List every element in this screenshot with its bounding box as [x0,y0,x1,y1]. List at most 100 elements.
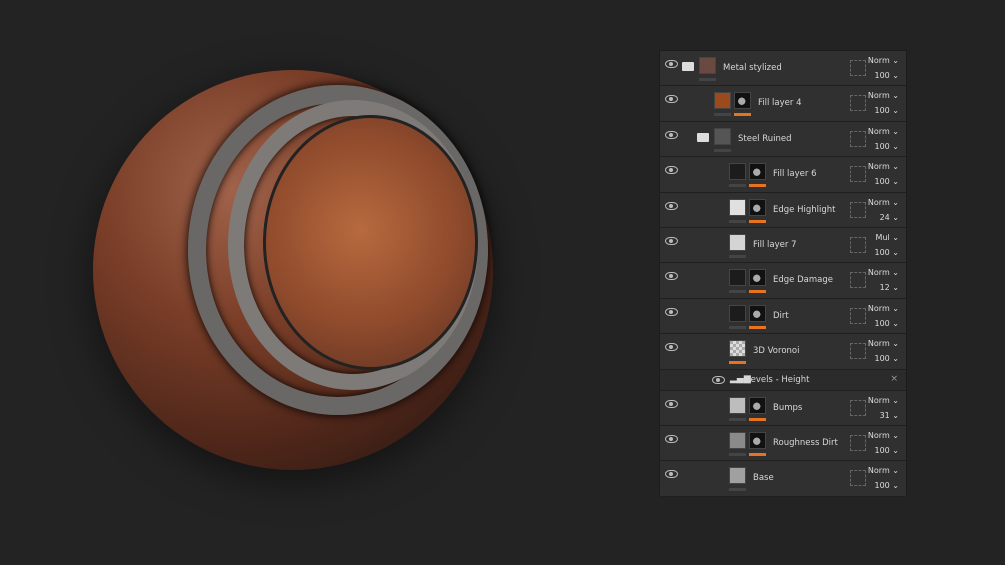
blend-mode-dropdown[interactable]: Norm ⌄ [868,466,899,475]
layer-thumbnail [729,396,746,414]
opacity-dropdown[interactable]: 12 ⌄ [880,283,899,292]
opacity-dropdown[interactable]: 100 ⌄ [874,248,899,257]
channel-selector[interactable] [850,399,866,416]
channel-selector[interactable] [850,201,866,218]
center-cap [263,115,478,370]
blend-mode-dropdown[interactable]: Norm ⌄ [868,268,899,277]
visibility-eye-icon[interactable] [665,399,678,408]
layer-row[interactable]: Fill layer 6 Norm ⌄ 100 ⌄ [660,157,906,193]
blend-mode-dropdown[interactable]: Norm ⌄ [868,198,899,207]
channel-selector[interactable] [850,130,866,147]
opacity-dropdown[interactable]: 31 ⌄ [880,411,899,420]
layer-thumbnail [714,92,731,110]
blend-mode-dropdown[interactable]: Norm ⌄ [868,431,899,440]
layer-bar [729,488,746,492]
opacity-dropdown[interactable]: 100 ⌄ [874,446,899,455]
visibility-eye-icon[interactable] [665,201,678,210]
blend-mode-dropdown[interactable]: Norm ⌄ [868,127,899,136]
channel-selector[interactable] [850,307,866,324]
layer-name: Fill layer 6 [773,169,817,180]
mask-bar [734,113,751,117]
opacity-dropdown[interactable]: 100 ⌄ [874,319,899,328]
eye-icon[interactable] [712,375,725,384]
opacity-dropdown[interactable]: 24 ⌄ [880,213,899,222]
layer-name: Edge Damage [773,275,833,286]
layer-row[interactable]: Edge Highlight Norm ⌄ 24 ⌄ [660,192,906,228]
layer-row[interactable]: Edge Damage Norm ⌄ 12 ⌄ [660,263,906,299]
opacity-dropdown[interactable]: 100 ⌄ [874,106,899,115]
mask-thumbnail [734,92,751,110]
layer-thumbnail [729,233,746,251]
visibility-eye-icon[interactable] [665,470,678,479]
channel-selector[interactable] [850,60,866,76]
layer-name: Edge Highlight [773,204,836,215]
layer-bar [714,113,731,117]
layer-row[interactable]: Dirt Norm ⌄ 100 ⌄ [660,298,906,335]
visibility-eye-icon[interactable] [665,166,678,175]
remove-effect-button[interactable]: × [890,374,898,384]
layer-row[interactable]: Fill layer 7 Mul ⌄ 100 ⌄ [660,227,906,264]
visibility-eye-icon[interactable] [665,95,678,104]
opacity-dropdown[interactable]: 100 ⌄ [874,354,899,363]
folder-icon [697,132,709,142]
layer-row[interactable]: Roughness Dirt Norm ⌄ 100 ⌄ [660,425,906,462]
visibility-eye-icon[interactable] [665,272,678,281]
layer-bar [699,78,716,81]
layer-name: Roughness Dirt [773,437,838,448]
visibility-eye-icon[interactable] [665,236,678,245]
layer-stack-panel: Metal stylized Norm ⌄ 100 ⌄ Fill layer 4 Nor… [659,50,907,497]
visibility-eye-icon[interactable] [665,343,678,352]
layer-name: Bumps [773,402,803,413]
channel-selector[interactable] [850,166,866,183]
blend-mode-dropdown[interactable]: Norm ⌄ [868,162,899,171]
effect-name: Levels - Height [746,374,810,385]
opacity-dropdown[interactable]: 100 ⌄ [874,142,899,151]
layer-bar [729,290,746,294]
blend-mode-dropdown[interactable]: Norm ⌄ [868,91,899,100]
layer-row[interactable]: Base Norm ⌄ 100 ⌄ [660,461,906,497]
channel-selector[interactable] [850,95,866,112]
mask-bar [749,325,766,329]
layer-row[interactable]: Steel Ruined Norm ⌄ 100 ⌄ [660,121,906,158]
effect-row[interactable]: ▂▄▆ Levels - Height × [660,369,906,391]
layer-thumbnail [699,57,716,74]
channel-selector[interactable] [850,434,866,451]
blend-mode-dropdown[interactable]: Norm ⌄ [868,396,899,405]
layer-bar [729,325,746,329]
opacity-dropdown[interactable]: 100 ⌄ [874,71,899,80]
layer-row[interactable]: 3D Voronoi Norm ⌄ 100 ⌄ [660,334,906,370]
visibility-eye-icon[interactable] [665,60,678,68]
mask-thumbnail [749,396,766,414]
channel-selector[interactable] [850,343,866,360]
blend-mode-dropdown[interactable]: Norm ⌄ [868,56,899,65]
layer-thumbnail [729,163,746,181]
layer-thumbnail [729,467,746,485]
layer-bar [729,417,746,421]
mask-bar [749,184,766,188]
blend-mode-dropdown[interactable]: Norm ⌄ [868,339,899,348]
layer-row[interactable]: Fill layer 4 Norm ⌄ 100 ⌄ [660,86,906,122]
opacity-dropdown[interactable]: 100 ⌄ [874,177,899,186]
layer-thumbnail [729,431,746,449]
channel-selector[interactable] [850,470,866,487]
layer-name: Base [753,473,774,484]
layer-row[interactable]: Metal stylized Norm ⌄ 100 ⌄ [660,51,906,87]
channel-selector[interactable] [850,236,866,253]
layer-name: Fill layer 4 [758,98,802,109]
layer-thumbnail [729,198,746,216]
mask-thumbnail [749,163,766,181]
channel-selector[interactable] [850,272,866,289]
visibility-eye-icon[interactable] [665,130,678,139]
layer-name: Dirt [773,310,789,321]
layer-bar [729,219,746,223]
opacity-dropdown[interactable]: 100 ⌄ [874,481,899,490]
layer-bar [729,254,746,258]
layer-row[interactable]: Bumps Norm ⌄ 31 ⌄ [660,390,906,426]
visibility-eye-icon[interactable] [665,434,678,443]
folder-icon [682,62,694,71]
blend-mode-dropdown[interactable]: Norm ⌄ [868,304,899,313]
layer-bar [729,452,746,456]
layer-bar [729,184,746,188]
blend-mode-dropdown[interactable]: Mul ⌄ [876,233,899,242]
visibility-eye-icon[interactable] [665,307,678,316]
